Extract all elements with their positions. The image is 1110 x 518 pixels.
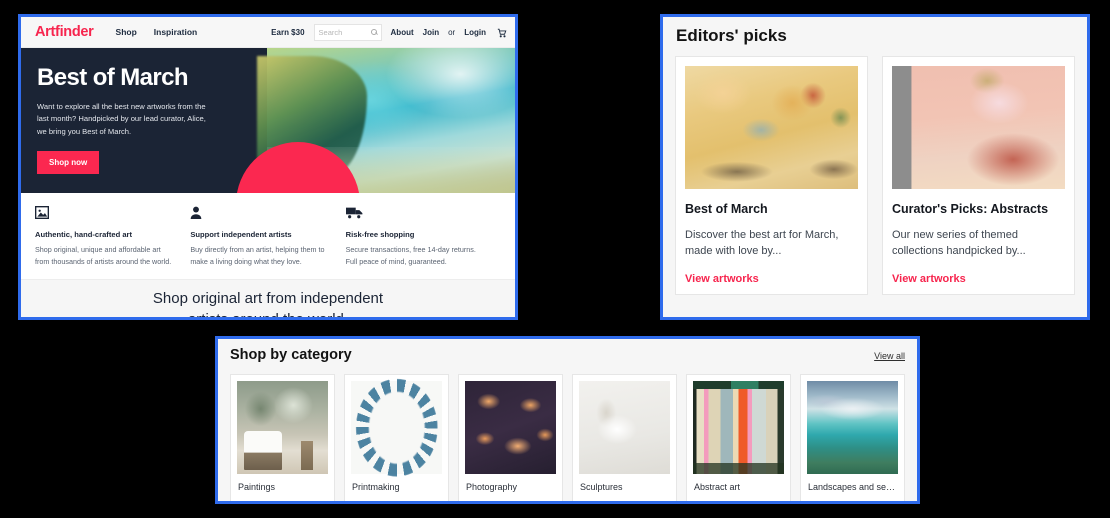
category-grid: Paintings Printmaking Photography Sculpt…	[218, 363, 917, 501]
editors-pick-card[interactable]: Best of March Discover the best art for …	[675, 56, 868, 295]
view-artworks-link[interactable]: View artworks	[685, 273, 858, 285]
nav-inspiration[interactable]: Inspiration	[154, 27, 197, 37]
join-link[interactable]: Join	[423, 28, 439, 37]
person-icon	[190, 206, 327, 221]
artfinder-logo[interactable]: Artfinder	[35, 24, 94, 40]
nav-shop[interactable]: Shop	[116, 27, 137, 37]
abstract-art-thumbnail	[693, 381, 784, 474]
card-description: Discover the best art for March, made wi…	[685, 229, 839, 258]
card-title: Curator's Picks: Abstracts	[892, 202, 1049, 216]
earn-link[interactable]: Earn $30	[271, 28, 304, 37]
editors-picks-title: Editors' picks	[676, 26, 787, 45]
image-icon	[34, 205, 172, 221]
card-title: Best of March	[685, 202, 768, 216]
shop-by-category-panel: Shop by category View all Paintings Prin…	[215, 336, 920, 504]
homepage-panel: Artfinder Shop Inspiration Earn $30 Sear…	[18, 14, 518, 320]
search-icon	[370, 29, 377, 35]
feature-text: Secure transactions, free 14-day returns…	[345, 245, 476, 266]
site-header: Artfinder Shop Inspiration Earn $30 Sear…	[21, 17, 515, 48]
curators-picks-abstracts-artwork	[892, 66, 1065, 189]
category-label: Photography	[466, 482, 518, 492]
tagline-banner: Shop original art from independent artis…	[21, 280, 515, 320]
category-label: Landscapes and se…	[808, 482, 896, 492]
login-link[interactable]: Login	[464, 28, 486, 37]
category-card-landscapes[interactable]: Landscapes and se…	[800, 374, 905, 501]
category-card-photography[interactable]: Photography	[458, 374, 563, 501]
paintings-thumbnail	[237, 381, 328, 474]
hero-copy: Best of March Want to explore all the be…	[21, 48, 273, 174]
category-label: Sculptures	[580, 482, 623, 492]
view-artworks-link[interactable]: View artworks	[892, 273, 1065, 285]
view-all-link[interactable]: View all	[874, 351, 905, 363]
feature-title: Risk-free shopping	[345, 230, 415, 239]
feature-title: Authentic, hand-crafted art	[35, 230, 133, 239]
tagline-text: Shop original art from independent artis…	[152, 290, 384, 320]
category-card-abstract-art[interactable]: Abstract art	[686, 374, 791, 501]
header-right-group: Earn $30 Search About Join or Login	[271, 23, 507, 41]
printmaking-thumbnail	[351, 381, 442, 474]
card-description: Our new series of themed collections han…	[892, 229, 1026, 258]
about-link[interactable]: About	[391, 28, 414, 37]
category-header: Shop by category View all	[218, 339, 917, 363]
category-label: Printmaking	[352, 482, 400, 492]
feature-risk-free: Risk-free shopping Secure transactions, …	[345, 206, 501, 267]
category-label: Paintings	[238, 482, 276, 492]
category-card-sculptures[interactable]: Sculptures	[572, 374, 677, 501]
hero-subtitle: Want to explore all the best new artwork…	[37, 102, 206, 136]
editors-pick-card[interactable]: Curator's Picks: Abstracts Our new serie…	[882, 56, 1075, 295]
best-of-march-artwork	[685, 66, 858, 189]
screenshot-stage: Artfinder Shop Inspiration Earn $30 Sear…	[0, 0, 1110, 518]
search-placeholder: Search	[318, 27, 343, 37]
search-input[interactable]: Search	[313, 23, 382, 41]
hero-title: Best of March	[37, 64, 189, 91]
feature-support-artists: Support independent artists Buy directly…	[190, 206, 345, 267]
feature-text: Buy directly from an artist, helping the…	[190, 245, 325, 266]
category-label: Abstract art	[694, 482, 741, 492]
shop-by-category-title: Shop by category	[230, 347, 352, 363]
features-row: Authentic, hand-crafted art Shop origina…	[21, 193, 515, 281]
shopping-cart-icon[interactable]	[497, 28, 507, 37]
category-card-paintings[interactable]: Paintings	[230, 374, 335, 501]
feature-title: Support independent artists	[190, 230, 292, 239]
photography-thumbnail	[465, 381, 556, 474]
hero-banner: Best of March Want to explore all the be…	[21, 48, 515, 193]
sculptures-thumbnail	[579, 381, 670, 474]
shop-now-button[interactable]: Shop now	[37, 150, 100, 174]
or-separator: or	[448, 27, 456, 37]
editors-picks-cards: Best of March Discover the best art for …	[663, 46, 1087, 307]
category-card-printmaking[interactable]: Printmaking	[344, 374, 449, 501]
landscapes-thumbnail	[807, 381, 898, 474]
truck-icon	[345, 206, 483, 221]
feature-text: Shop original, unique and affordable art…	[35, 245, 172, 266]
editors-picks-panel: Editors' picks Best of March Discover th…	[660, 14, 1090, 320]
feature-authentic: Authentic, hand-crafted art Shop origina…	[34, 205, 190, 267]
